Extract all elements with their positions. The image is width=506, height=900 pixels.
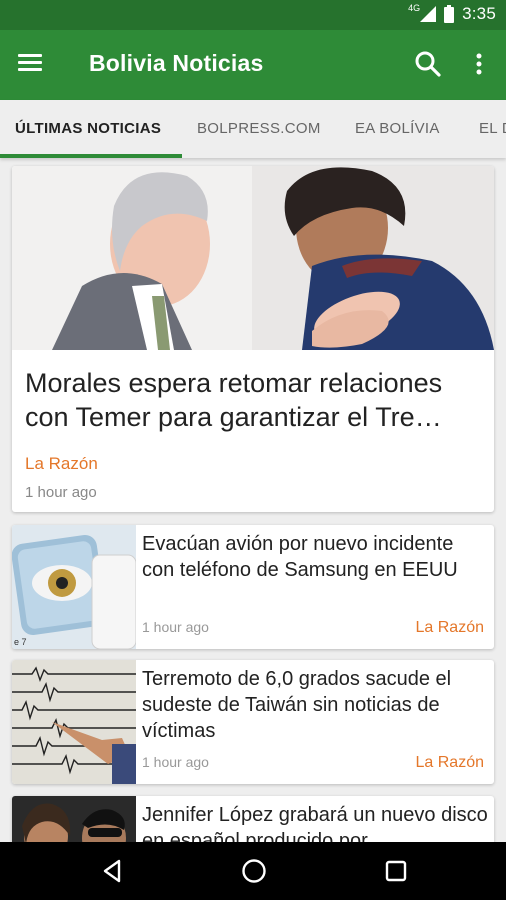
- news-card[interactable]: Terremoto de 6,0 grados sacude el sudest…: [12, 660, 494, 784]
- home-button[interactable]: [239, 856, 269, 886]
- article-source: La Razón: [415, 754, 485, 771]
- article-thumbnail: [12, 660, 136, 784]
- tab-el-d[interactable]: EL D: [479, 100, 506, 158]
- app-title: Bolivia Noticias: [89, 50, 264, 76]
- status-icons: 4G 3:35: [406, 3, 496, 24]
- news-card-featured[interactable]: Morales espera retomar relaciones con Te…: [12, 166, 494, 512]
- article-source: La Razón: [25, 454, 98, 473]
- signal-icon: [420, 6, 437, 22]
- article-title: Morales espera retomar relaciones con Te…: [25, 368, 443, 432]
- menu-icon: [18, 54, 52, 71]
- tab-bar: ÚLTIMAS NOTICIAS BOLPRESS.COM EA BOLÍVIA…: [0, 100, 506, 158]
- more-vert-icon: [476, 53, 482, 75]
- search-button[interactable]: [412, 48, 446, 82]
- article-time: 1 hour ago: [142, 754, 209, 770]
- article-title: Terremoto de 6,0 grados sacude el sudest…: [142, 668, 452, 742]
- news-card[interactable]: Jennifer López grabará un nuevo disco en…: [12, 796, 494, 842]
- news-card[interactable]: e 7 Evacúan avión por nuevo incidente co…: [12, 525, 494, 649]
- thumbnail-caption: e 7: [14, 637, 27, 647]
- featured-image: [12, 166, 494, 350]
- article-title: Evacúan avión por nuevo incidente con te…: [142, 533, 458, 581]
- network-type-label: 4G: [408, 3, 421, 13]
- recents-button[interactable]: [381, 856, 411, 886]
- tab-ea-bolivia[interactable]: EA BOLÍVIA: [355, 100, 440, 158]
- article-time: 1 hour ago: [142, 619, 209, 635]
- article-thumbnail: e 7: [12, 525, 136, 649]
- article-title: Jennifer López grabará un nuevo disco en…: [142, 804, 488, 842]
- system-nav-bar: [0, 842, 506, 900]
- recents-icon: [385, 860, 407, 882]
- search-icon: [415, 51, 441, 77]
- tab-ultimas-noticias[interactable]: ÚLTIMAS NOTICIAS: [15, 100, 161, 158]
- article-thumbnail: [12, 796, 136, 842]
- overflow-menu-button[interactable]: [468, 48, 490, 82]
- battery-icon: [444, 5, 455, 23]
- home-icon: [242, 859, 266, 883]
- back-button[interactable]: [97, 856, 127, 886]
- article-source: La Razón: [415, 619, 485, 636]
- menu-button[interactable]: [18, 51, 52, 79]
- status-time: 3:35: [462, 4, 496, 23]
- article-time: 1 hour ago: [25, 484, 97, 501]
- status-bar: 4G 3:35: [0, 0, 506, 30]
- app-bar: Bolivia Noticias: [0, 30, 506, 100]
- tab-bolpress[interactable]: BOLPRESS.COM: [197, 100, 321, 158]
- back-icon: [103, 859, 121, 883]
- news-list[interactable]: Morales espera retomar relaciones con Te…: [0, 158, 506, 842]
